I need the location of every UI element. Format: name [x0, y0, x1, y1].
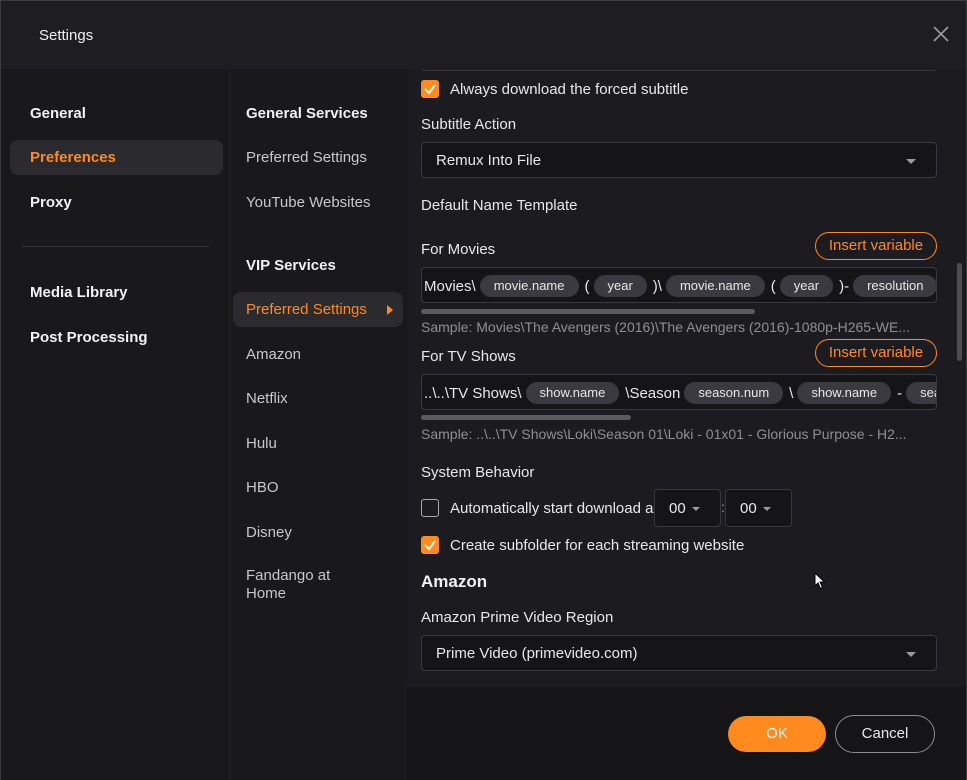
template-variable-chip[interactable]: year [779, 275, 834, 297]
close-icon[interactable] [930, 23, 952, 45]
tv-template-scrollbar[interactable] [421, 415, 631, 420]
default-name-template-label: Default Name Template [421, 197, 578, 214]
hour-value: 00 [669, 500, 686, 517]
dialog-footer: OK Cancel [407, 687, 966, 780]
template-literal-text: \ [789, 384, 794, 402]
template-variable-chip[interactable]: season.num [684, 382, 784, 404]
template-literal-text: ..\..\TV Shows\ [424, 384, 522, 402]
hour-select[interactable]: 00 [654, 489, 721, 527]
template-variable-chip[interactable]: sea [906, 382, 936, 404]
subtitle-action-label: Subtitle Action [421, 116, 517, 133]
template-variable-chip[interactable]: year [593, 275, 647, 297]
mouse-cursor-icon [814, 571, 826, 593]
fandango-line2: Home [246, 585, 287, 602]
subtitle-action-select[interactable]: Remux Into File [421, 142, 937, 178]
settings-window: Settings General Preferences Proxy Media… [0, 0, 967, 780]
forced-subtitle-label: Always download the forced subtitle [450, 81, 689, 98]
subtitle-action-value: Remux Into File [436, 152, 542, 169]
template-variable-chip[interactable]: show.name [797, 382, 892, 404]
template-variable-chip[interactable]: movie.name [479, 275, 579, 297]
template-variable-chip[interactable]: movie.name [665, 275, 765, 297]
subnav-item-preferred-settings-general[interactable]: Preferred Settings [233, 140, 403, 175]
tv-template-tokens: ..\..\TV Shows\ show.name \Season season.nu… [424, 382, 936, 404]
subnav-item-hulu[interactable]: Hulu [233, 426, 403, 461]
subnav-item-fandango[interactable]: Fandango at Home [233, 567, 403, 607]
template-literal-text: \Season [625, 384, 681, 402]
template-literal-text: Movies\ [424, 277, 476, 295]
subnav-item-hbo[interactable]: HBO [233, 470, 403, 505]
subnav-item-netflix[interactable]: Netflix [233, 381, 403, 416]
amazon-region-select[interactable]: Prime Video (primevideo.com) [421, 635, 937, 671]
sidebar-item-general[interactable]: General [10, 96, 223, 131]
content-scrollbar[interactable] [957, 263, 962, 361]
template-variable-chip[interactable]: resolution [853, 275, 936, 297]
chevron-down-icon [906, 159, 916, 164]
forced-subtitle-checkbox[interactable] [421, 80, 439, 98]
title-bar: Settings [1, 1, 966, 69]
vip-services-heading: VIP Services [246, 257, 336, 274]
system-behavior-heading: System Behavior [421, 464, 535, 481]
sidebar-item-media-library[interactable]: Media Library [10, 275, 223, 310]
window-title: Settings [39, 27, 94, 44]
amazon-region-label: Amazon Prime Video Region [421, 609, 614, 626]
subfolder-label: Create subfolder for each streaming webs… [450, 537, 745, 554]
amazon-region-value: Prime Video (primevideo.com) [436, 645, 638, 662]
movies-template-scrollbar[interactable] [421, 309, 755, 314]
movies-template-field[interactable]: Movies\ movie.name(year)\ movie.name(year)… [421, 267, 937, 303]
tv-sample: Sample: ..\..\TV Shows\Loki\Season 01\Lo… [421, 426, 907, 442]
amazon-heading: Amazon [421, 572, 488, 591]
template-literal-text: )\ [652, 277, 662, 295]
ok-button[interactable]: OK [728, 716, 826, 752]
sidebar: General Preferences Proxy Media Library … [1, 69, 229, 780]
for-tv-shows-label: For TV Shows [421, 348, 516, 365]
template-variable-chip[interactable]: show.name [525, 382, 620, 404]
minute-select[interactable]: 00 [725, 489, 792, 527]
chevron-down-icon [763, 507, 771, 511]
insert-variable-tv-button[interactable]: Insert variable [815, 339, 937, 367]
general-services-heading: General Services [246, 105, 368, 122]
template-literal-text: ( [584, 277, 590, 295]
sidebar-divider [22, 246, 209, 247]
caret-right-icon [387, 305, 393, 315]
subnav-item-preferred-settings-vip[interactable]: Preferred Settings [233, 292, 403, 327]
auto-start-checkbox[interactable] [421, 499, 439, 517]
sidebar-item-proxy[interactable]: Proxy [10, 185, 223, 220]
tv-template-field[interactable]: ..\..\TV Shows\ show.name \Season season.nu… [421, 374, 937, 410]
movies-sample: Sample: Movies\The Avengers (2016)\The A… [421, 319, 910, 335]
for-movies-label: For Movies [421, 241, 496, 258]
chevron-down-icon [692, 507, 700, 511]
clipped-field [421, 69, 937, 71]
template-literal-text: ( [770, 277, 776, 295]
insert-variable-movies-button[interactable]: Insert variable [815, 232, 937, 260]
template-literal-text: )- [839, 277, 850, 295]
subnav-item-youtube-websites[interactable]: YouTube Websites [233, 185, 403, 220]
subnav-item-disney[interactable]: Disney [233, 515, 403, 550]
cancel-button[interactable]: Cancel [835, 715, 935, 753]
template-literal-text: - [897, 384, 903, 402]
movies-template-tokens: Movies\ movie.name(year)\ movie.name(year)… [424, 275, 936, 297]
settings-content: Always download the forced subtitle Subt… [407, 69, 966, 687]
subnav-item-amazon[interactable]: Amazon [233, 337, 403, 372]
sidebar-item-post-processing[interactable]: Post Processing [10, 320, 223, 355]
sidebar-item-preferences[interactable]: Preferences [10, 140, 223, 175]
subnav: General Services Preferred Settings YouT… [229, 69, 407, 780]
fandango-line1: Fandango at [246, 567, 331, 584]
minute-value: 00 [740, 500, 757, 517]
subfolder-checkbox[interactable] [421, 536, 439, 554]
chevron-down-icon [906, 652, 916, 657]
auto-start-label: Automatically start download a [450, 500, 654, 517]
subnav-item-label: Preferred Settings [246, 301, 367, 318]
